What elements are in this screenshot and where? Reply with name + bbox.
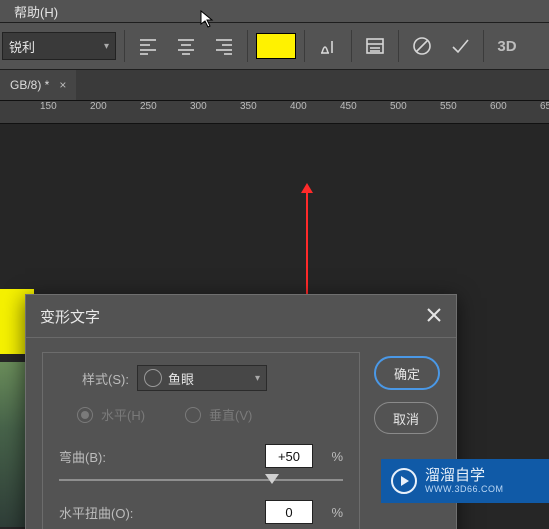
watermark-url: WWW.3D66.COM: [425, 484, 504, 494]
bend-label: 弯曲(B):: [59, 447, 159, 466]
antialias-select[interactable]: 锐利▾: [2, 32, 116, 60]
separator: [351, 30, 352, 62]
separator: [398, 30, 399, 62]
options-toolbar: 锐利▾ 3D: [0, 23, 549, 70]
dialog-close-button[interactable]: [426, 307, 442, 326]
bend-slider[interactable]: [59, 472, 343, 488]
hdist-label: 水平扭曲(O):: [59, 503, 159, 522]
document-tabbar: GB/8) * ×: [0, 70, 549, 101]
dialog-title: 变形文字: [40, 306, 100, 327]
bend-input[interactable]: +50: [265, 444, 313, 468]
canvas-area: 变形文字 样式(S): 鱼眼 ▾ 水平(H) 垂直(V): [0, 124, 549, 529]
separator: [304, 30, 305, 62]
document-tab-label: GB/8) *: [10, 78, 49, 92]
style-label: 样式(S):: [59, 369, 129, 388]
radio-icon: [185, 407, 201, 423]
radio-icon: [77, 407, 93, 423]
ruler-tick: 150: [40, 101, 57, 112]
watermark: 溜溜自学 WWW.3D66.COM: [381, 459, 549, 503]
align-center-button[interactable]: [171, 31, 201, 61]
annotation-arrow: [306, 186, 308, 301]
hdist-input[interactable]: 0: [265, 500, 313, 524]
align-left-button[interactable]: [133, 31, 163, 61]
separator: [124, 30, 125, 62]
fisheye-icon: [144, 369, 162, 387]
panel-toggle-button[interactable]: [360, 31, 390, 61]
ok-button[interactable]: 确定: [374, 356, 440, 390]
menu-help[interactable]: 帮助(H): [4, 0, 68, 23]
radio-horizontal: 水平(H): [77, 405, 145, 424]
cancel-button[interactable]: 取消: [374, 402, 438, 434]
align-right-button[interactable]: [209, 31, 239, 61]
radio-vertical: 垂直(V): [185, 405, 252, 424]
horizontal-ruler: 150 200 250 300 350 400 450 500 550 600 …: [0, 101, 549, 124]
menubar: 帮助(H): [0, 0, 549, 23]
cancel-edit-button[interactable]: [407, 31, 437, 61]
mouse-cursor-icon: [200, 10, 216, 28]
document-tab[interactable]: GB/8) * ×: [0, 70, 76, 100]
separator: [483, 30, 484, 62]
text-color-swatch[interactable]: [256, 33, 296, 59]
dialog-titlebar: 变形文字: [26, 295, 456, 338]
commit-edit-button[interactable]: [445, 31, 475, 61]
watermark-brand: 溜溜自学: [425, 468, 504, 484]
warp-options-fieldset: 样式(S): 鱼眼 ▾ 水平(H) 垂直(V) 弯曲(B): +50 %: [42, 352, 360, 529]
warp-text-button[interactable]: [313, 31, 343, 61]
3d-button[interactable]: 3D: [492, 31, 522, 61]
close-tab-icon[interactable]: ×: [59, 78, 66, 92]
separator: [247, 30, 248, 62]
play-icon: [391, 468, 417, 494]
style-combo[interactable]: 鱼眼 ▾: [137, 365, 267, 391]
hdist-slider[interactable]: [59, 528, 343, 529]
